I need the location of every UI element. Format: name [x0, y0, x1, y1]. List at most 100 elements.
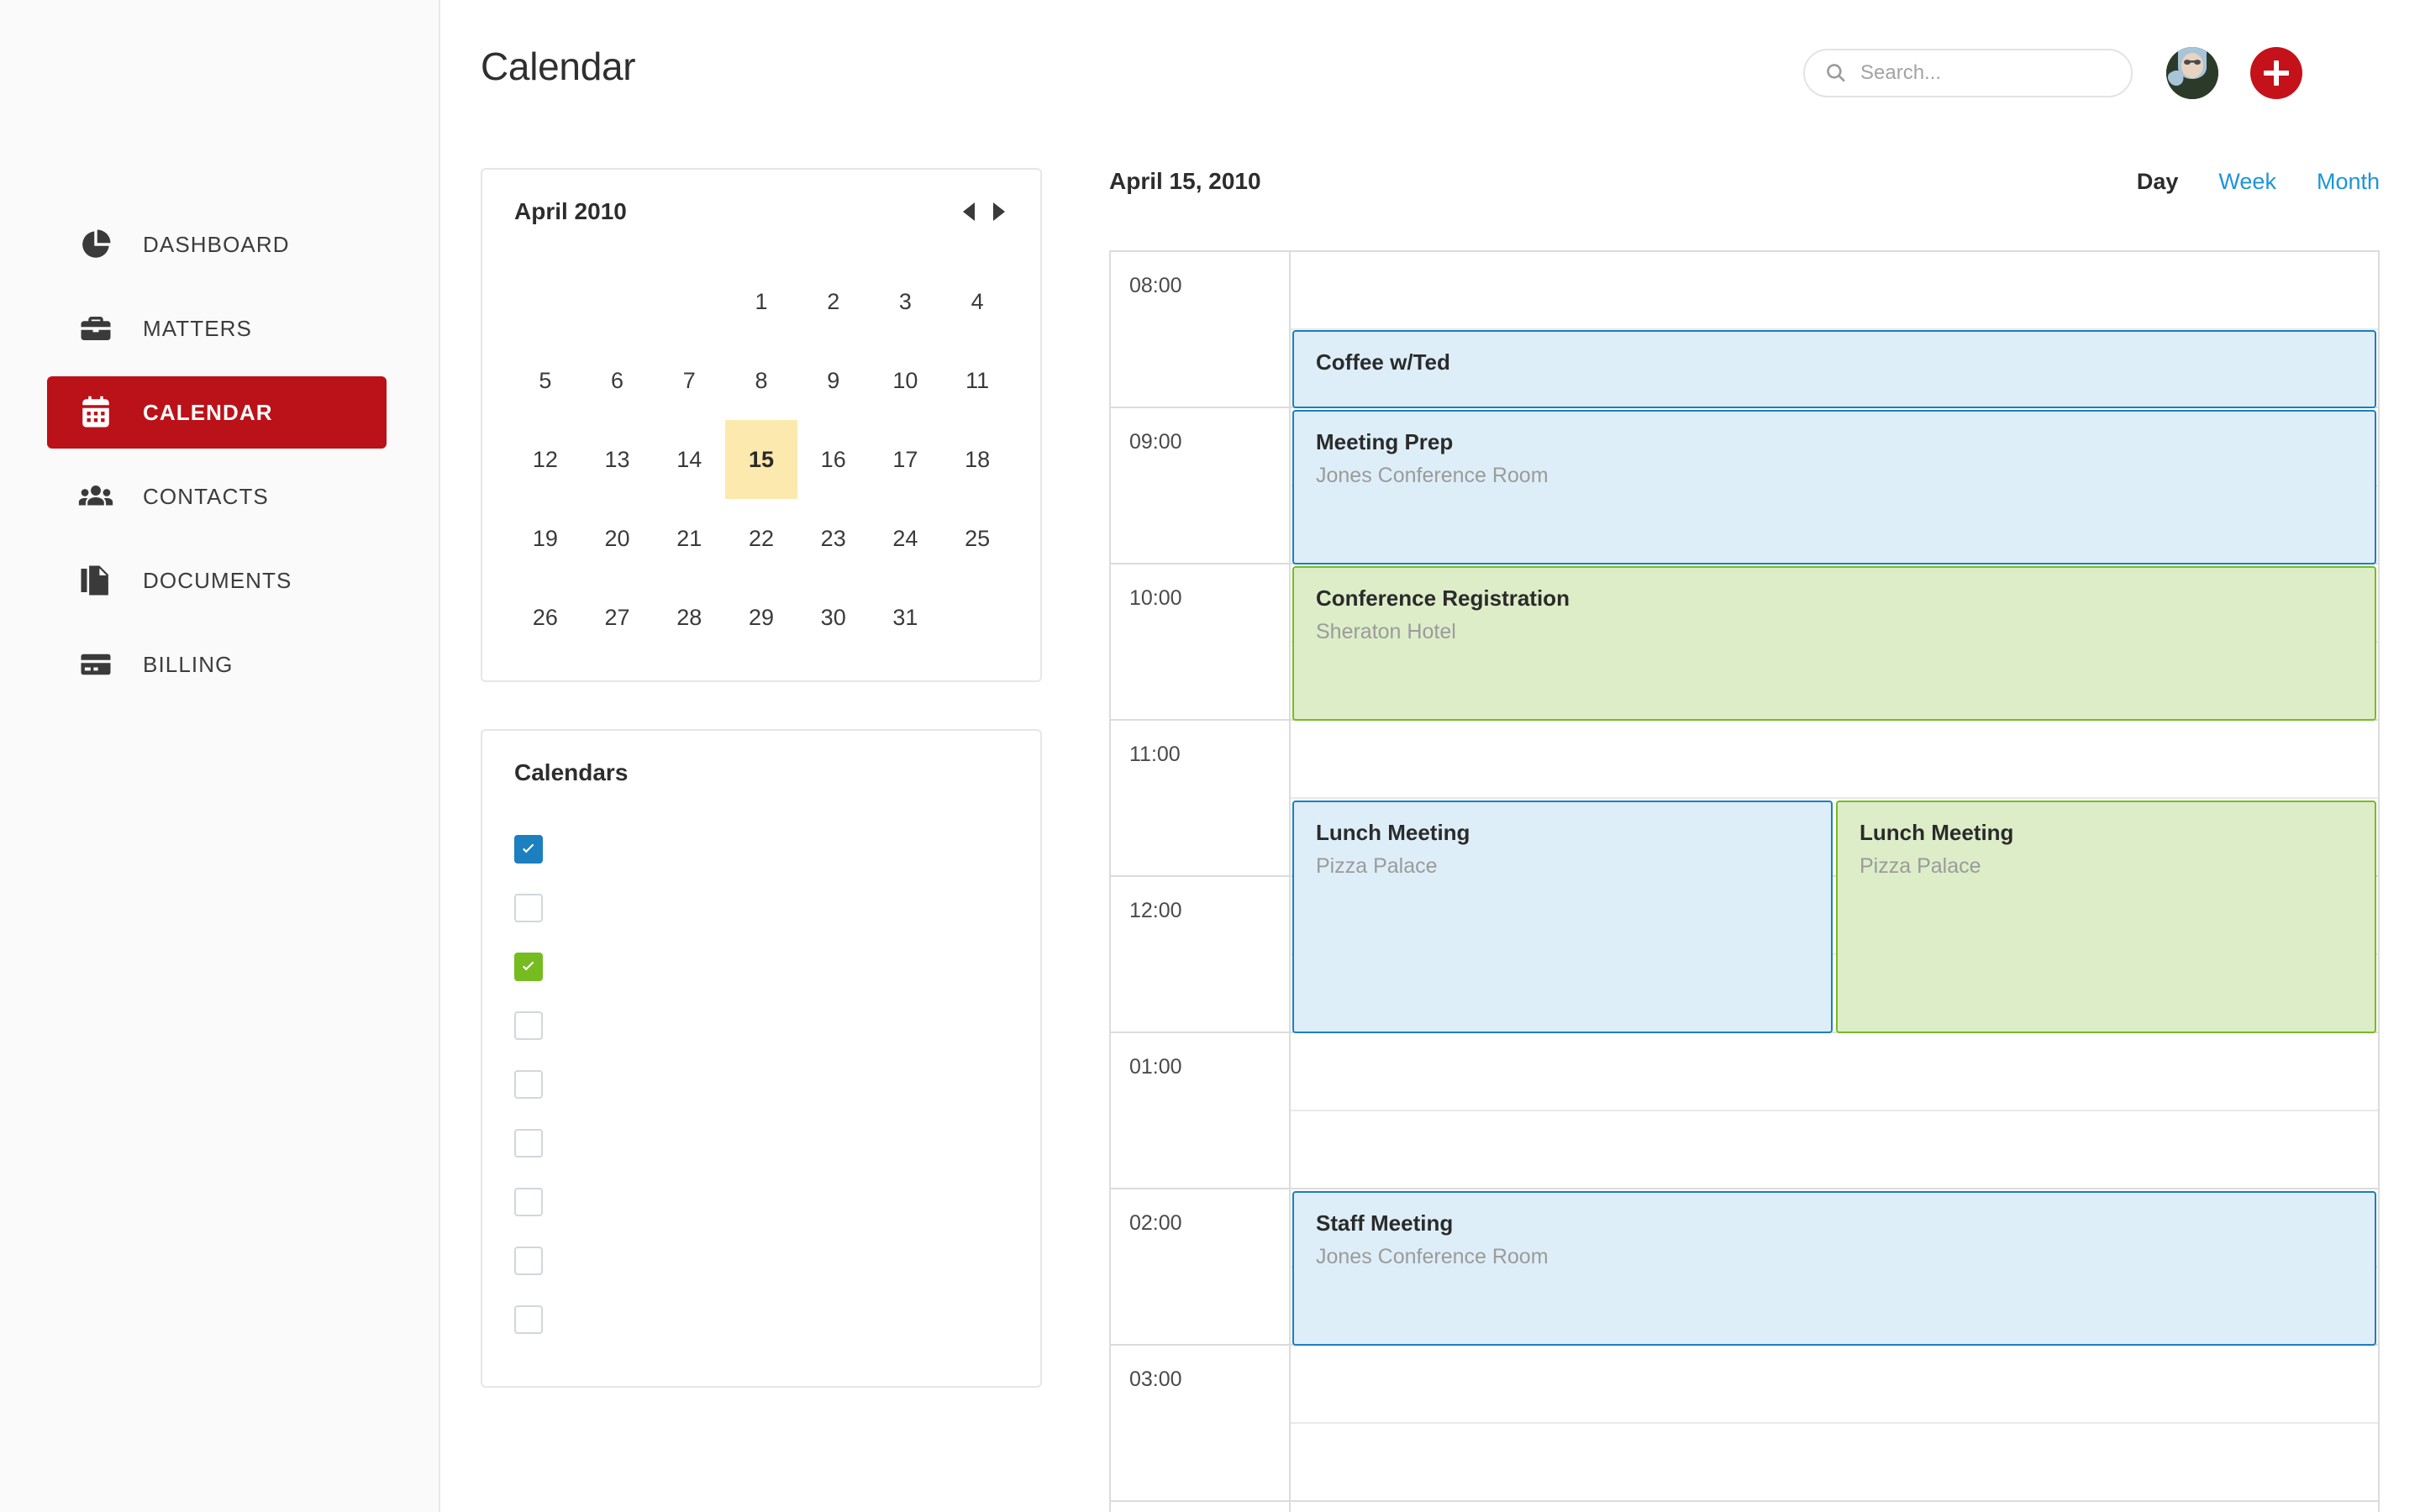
time-slot[interactable] [1291, 252, 2378, 330]
calendar-list-item[interactable] [509, 1055, 1013, 1114]
mini-calendar-day[interactable]: 29 [725, 578, 797, 657]
next-month-button[interactable] [990, 201, 1008, 223]
mini-calendar-day[interactable]: 10 [870, 341, 942, 420]
mini-calendar-day[interactable]: 6 [581, 341, 654, 420]
chevron-left-icon [963, 202, 975, 221]
calendar-checkbox[interactable] [514, 953, 543, 981]
mini-calendar-day[interactable]: 30 [797, 578, 870, 657]
mini-calendar-day[interactable]: 26 [509, 578, 581, 657]
mini-calendar-day[interactable]: 14 [653, 420, 725, 499]
avatar[interactable] [2166, 47, 2218, 99]
sidebar-item-matters[interactable]: MATTERS [47, 292, 387, 365]
calendar-list-item[interactable] [509, 996, 1013, 1055]
mini-calendar-day[interactable]: 17 [870, 420, 942, 499]
mini-calendar-day[interactable]: 23 [797, 499, 870, 578]
time-row: 10:00 [1111, 564, 1289, 721]
time-slot[interactable] [1291, 1424, 2378, 1502]
mini-calendar-day[interactable]: 5 [509, 341, 581, 420]
calendar-event[interactable]: Coffee w/Ted [1292, 330, 2376, 408]
sidebar-item-documents[interactable]: DOCUMENTS [47, 544, 387, 617]
calendar-list-item[interactable] [509, 1173, 1013, 1231]
time-row: 08:00 [1111, 252, 1289, 408]
calendar-list-item[interactable] [509, 879, 1013, 937]
sidebar-item-label: DOCUMENTS [143, 568, 292, 594]
calendar-event[interactable]: Lunch MeetingPizza Palace [1836, 801, 2376, 1033]
prev-month-button[interactable] [960, 201, 978, 223]
search-box[interactable] [1803, 49, 2133, 97]
mini-calendar-day[interactable]: 16 [797, 420, 870, 499]
hour-label: 11:00 [1129, 743, 1181, 767]
mini-calendar-day[interactable]: 11 [941, 341, 1013, 420]
mini-calendar-day[interactable]: 22 [725, 499, 797, 578]
briefcase-icon [77, 310, 114, 347]
sidebar-item-calendar[interactable]: CALENDAR [47, 376, 387, 449]
sidebar-item-contacts[interactable]: CONTACTS [47, 460, 387, 533]
mini-calendar-day[interactable]: 9 [797, 341, 870, 420]
calendar-list-item[interactable] [509, 1290, 1013, 1349]
mini-calendar-day[interactable]: 27 [581, 578, 654, 657]
view-link-month[interactable]: Month [2317, 169, 2380, 195]
mini-calendar-day[interactable]: 1 [725, 262, 797, 341]
calendar-list-item[interactable] [509, 1231, 1013, 1290]
add-button[interactable] [2250, 47, 2302, 99]
sidebar-item-dashboard[interactable]: DASHBOARD [47, 208, 387, 281]
calendar-event[interactable]: Meeting PrepJones Conference Room [1292, 410, 2376, 564]
schedule-date-label: April 15, 2010 [1109, 168, 1261, 195]
day-column[interactable]: Coffee w/TedMeeting PrepJones Conference… [1291, 252, 2378, 1512]
hour-label: 01:00 [1129, 1055, 1182, 1079]
calendar-list-item[interactable] [509, 820, 1013, 879]
event-location: Pizza Palace [1860, 853, 2353, 879]
time-row: 12:00 [1111, 877, 1289, 1033]
chevron-right-icon [993, 202, 1005, 221]
mini-calendar-day[interactable]: 28 [653, 578, 725, 657]
mini-calendar-nav [960, 201, 1008, 223]
calendar-checkbox[interactable] [514, 1011, 543, 1040]
mini-calendar-day[interactable]: 13 [581, 420, 654, 499]
mini-calendar-day[interactable]: 31 [870, 578, 942, 657]
calendar-checkbox[interactable] [514, 1188, 543, 1216]
mini-calendar-day[interactable]: 24 [870, 499, 942, 578]
hour-label: 09:00 [1129, 430, 1182, 454]
time-slot[interactable] [1291, 721, 2378, 799]
time-column: 08:0009:0010:0011:0012:0001:0002:0003:00 [1111, 252, 1291, 1512]
mini-calendar-day[interactable]: 3 [870, 262, 942, 341]
people-icon [77, 478, 114, 515]
mini-calendar-blank-cell [581, 262, 654, 341]
sidebar-item-label: BILLING [143, 652, 233, 678]
mini-calendar-day[interactable]: 19 [509, 499, 581, 578]
view-link-week[interactable]: Week [2218, 169, 2276, 195]
time-slot[interactable] [1291, 1033, 2378, 1111]
calendar-checkbox[interactable] [514, 1247, 543, 1275]
hour-label: 02:00 [1129, 1211, 1182, 1236]
calendar-event[interactable]: Staff MeetingJones Conference Room [1292, 1191, 2376, 1346]
calendar-checkbox[interactable] [514, 1129, 543, 1158]
view-link-day[interactable]: Day [2137, 169, 2179, 195]
time-row: 02:00 [1111, 1189, 1289, 1346]
mini-calendar-day[interactable]: 18 [941, 420, 1013, 499]
calendar-checkbox[interactable] [514, 1305, 543, 1334]
calendar-checkbox[interactable] [514, 1070, 543, 1099]
time-slot[interactable] [1291, 1111, 2378, 1189]
top-bar: Calendar [440, 0, 2420, 151]
mini-calendar-day[interactable]: 8 [725, 341, 797, 420]
calendar-checkbox[interactable] [514, 894, 543, 922]
calendar-event[interactable]: Conference RegistrationSheraton Hotel [1292, 566, 2376, 721]
mini-calendar-day[interactable]: 21 [653, 499, 725, 578]
mini-calendar-day[interactable]: 7 [653, 341, 725, 420]
mini-calendar-day[interactable]: 4 [941, 262, 1013, 341]
view-switcher: Day Week Month [2137, 169, 2380, 195]
search-input[interactable] [1860, 61, 2111, 85]
mini-calendar-day[interactable]: 12 [509, 420, 581, 499]
mini-calendar-day[interactable]: 2 [797, 262, 870, 341]
calendars-panel: Calendars [481, 729, 1042, 1388]
mini-calendar-day[interactable]: 25 [941, 499, 1013, 578]
sidebar-item-label: CALENDAR [143, 400, 273, 426]
sidebar-item-billing[interactable]: BILLING [47, 628, 387, 701]
mini-calendar-selected-day[interactable]: 15 [725, 420, 797, 499]
mini-calendar-day[interactable]: 20 [581, 499, 654, 578]
time-slot[interactable] [1291, 1346, 2378, 1424]
calendar-list-item[interactable] [509, 937, 1013, 996]
calendar-event[interactable]: Lunch MeetingPizza Palace [1292, 801, 1833, 1033]
calendar-list-item[interactable] [509, 1114, 1013, 1173]
calendar-checkbox[interactable] [514, 835, 543, 864]
